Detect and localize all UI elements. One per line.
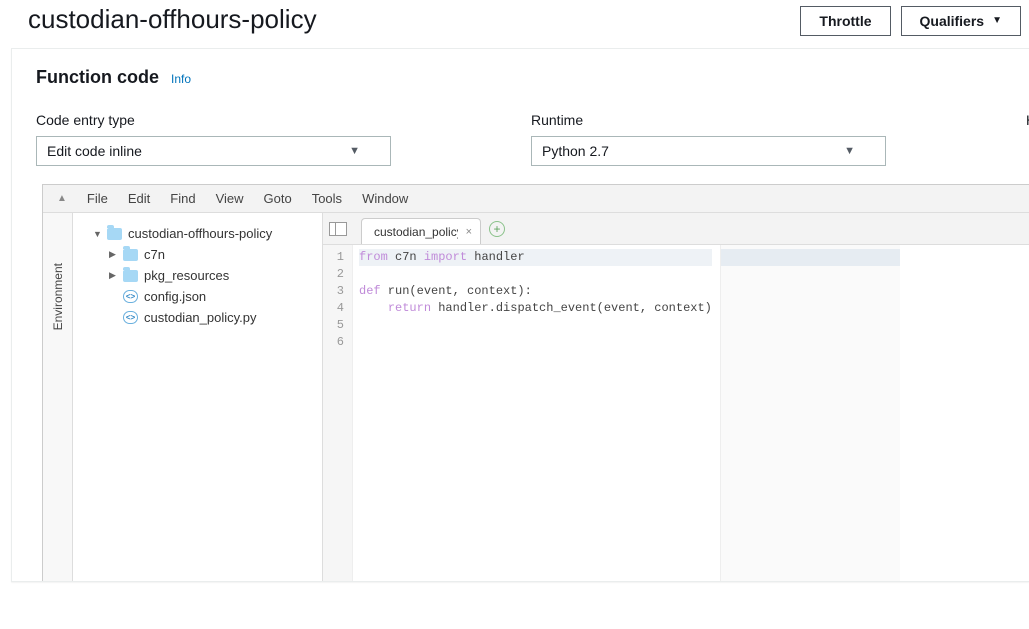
menu-edit[interactable]: Edit: [128, 191, 150, 206]
kw: from: [359, 250, 388, 264]
runtime-value: Python 2.7: [542, 143, 609, 159]
menu-find[interactable]: Find: [170, 191, 195, 206]
menu-file[interactable]: File: [87, 191, 108, 206]
throttle-button[interactable]: Throttle: [800, 6, 890, 36]
runtime-label: Runtime: [531, 112, 886, 128]
code-entry-select[interactable]: Edit code inline ▼: [36, 136, 391, 166]
code-file-icon: <>: [123, 290, 138, 303]
add-tab-button[interactable]: +: [489, 221, 505, 237]
ident: run(event, context):: [381, 284, 532, 298]
line-num: 6: [331, 334, 344, 351]
ident: handler: [467, 250, 525, 264]
tree-file-label: config.json: [144, 289, 206, 304]
line-num: 1: [331, 249, 344, 266]
chevron-down-icon: ▼: [992, 16, 1002, 26]
info-link[interactable]: Info: [171, 72, 191, 86]
pane-layout-icon[interactable]: [329, 222, 347, 236]
tree-file-label: custodian_policy.py: [144, 310, 257, 325]
panel-title: Function code: [36, 67, 159, 88]
kw: import: [424, 250, 467, 264]
folder-icon: [107, 228, 122, 240]
line-num: 2: [331, 266, 344, 283]
throttle-label: Throttle: [819, 13, 871, 29]
kw: return: [388, 301, 431, 315]
code-entry-value: Edit code inline: [47, 143, 142, 159]
editor-tab-label: custodian_policy: [374, 225, 458, 239]
line-num: 3: [331, 283, 344, 300]
line-num: 5: [331, 317, 344, 334]
chevron-down-icon: ▼: [93, 229, 103, 239]
line-num: 4: [331, 300, 344, 317]
editor-area: custodian_policy × + 1 2 3 4 5 6: [323, 213, 1029, 581]
code-editor: ▲ File Edit Find View Goto Tools Window …: [42, 184, 1029, 581]
chevron-down-icon: ▼: [349, 145, 360, 157]
tree-folder-label: c7n: [144, 247, 165, 262]
folder-icon: [123, 270, 138, 282]
ide-body: Environment ▼ custodian-offhours-policy …: [43, 213, 1029, 581]
menu-view[interactable]: View: [216, 191, 244, 206]
menu-window[interactable]: Window: [362, 191, 408, 206]
panel-header: Function code Info: [12, 49, 1029, 106]
code-entry-label: Code entry type: [36, 112, 391, 128]
runtime-select[interactable]: Python 2.7 ▼: [531, 136, 886, 166]
ident: handler.dispatch_event(event, context): [431, 301, 712, 315]
header-actions: Throttle Qualifiers ▼: [800, 4, 1021, 36]
form-row: Code entry type Edit code inline ▼ Runti…: [12, 106, 1029, 184]
editor-tab-bar: custodian_policy × +: [323, 213, 1029, 245]
function-code-panel: Function code Info Code entry type Edit …: [11, 48, 1029, 582]
tree-folder-c7n[interactable]: ▶ c7n: [79, 244, 316, 265]
folder-icon: [123, 249, 138, 261]
ide-siderail: Environment: [43, 213, 73, 581]
close-icon[interactable]: ×: [466, 226, 472, 238]
editor-tab-active[interactable]: custodian_policy ×: [361, 218, 481, 244]
page-title: custodian-offhours-policy: [28, 4, 317, 35]
chevron-right-icon: ▶: [109, 249, 119, 260]
line-gutter: 1 2 3 4 5 6: [323, 245, 353, 581]
minimap[interactable]: [720, 245, 900, 581]
minimap-highlight: [721, 249, 900, 266]
code-area[interactable]: 1 2 3 4 5 6 from c7n import handler def …: [323, 245, 1029, 581]
tree-file-config[interactable]: <> config.json: [79, 286, 316, 307]
kw: def: [359, 284, 381, 298]
code-text[interactable]: from c7n import handler def run(event, c…: [353, 245, 720, 581]
tree-folder-pkg[interactable]: ▶ pkg_resources: [79, 265, 316, 286]
chevron-down-icon: ▼: [844, 145, 855, 157]
page-header: custodian-offhours-policy Throttle Quali…: [10, 0, 1029, 48]
collapse-icon[interactable]: ▲: [57, 193, 67, 204]
qualifiers-button[interactable]: Qualifiers ▼: [901, 6, 1022, 36]
menu-tools[interactable]: Tools: [312, 191, 342, 206]
ident: c7n: [388, 250, 424, 264]
ide-menu-bar: ▲ File Edit Find View Goto Tools Window: [43, 185, 1029, 213]
tree-file-policy[interactable]: <> custodian_policy.py: [79, 307, 316, 328]
code-entry-group: Code entry type Edit code inline ▼: [36, 112, 391, 166]
tree-root-label: custodian-offhours-policy: [128, 226, 272, 241]
chevron-right-icon: ▶: [109, 270, 119, 281]
menu-goto[interactable]: Goto: [264, 191, 292, 206]
qualifiers-label: Qualifiers: [920, 13, 985, 29]
indent: [359, 301, 388, 315]
runtime-group: Runtime Python 2.7 ▼: [531, 112, 886, 166]
code-file-icon: <>: [123, 311, 138, 324]
environment-tab[interactable]: Environment: [51, 259, 65, 334]
tree-root[interactable]: ▼ custodian-offhours-policy: [79, 223, 316, 244]
file-tree: ▼ custodian-offhours-policy ▶ c7n ▶ pkg_…: [73, 213, 323, 581]
tree-folder-label: pkg_resources: [144, 268, 229, 283]
